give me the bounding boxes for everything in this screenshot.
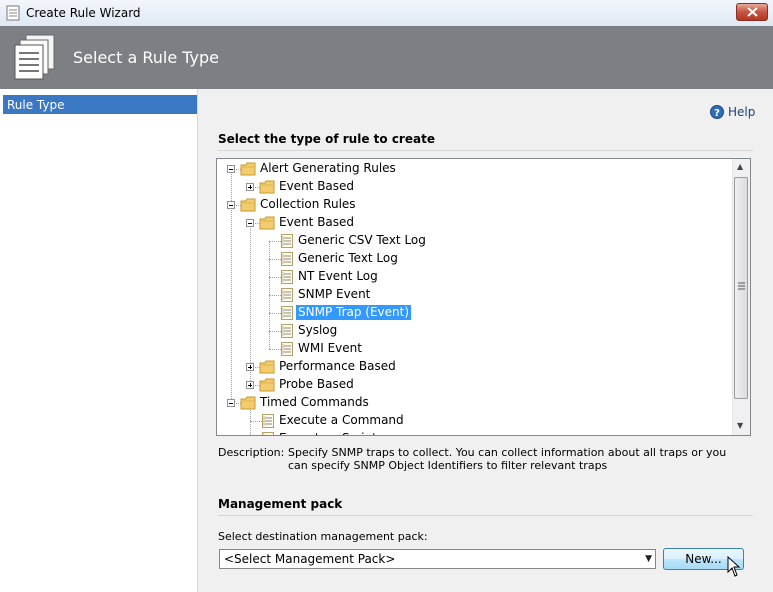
tree-connector: [269, 331, 281, 332]
close-button[interactable]: [736, 3, 768, 21]
tree-node[interactable]: Performance Based: [217, 358, 732, 376]
section-rule: [218, 150, 753, 151]
expand-icon[interactable]: [246, 381, 254, 389]
folder-open-icon: [240, 396, 256, 410]
document-stack-icon: [14, 34, 55, 80]
tree-node-label: NT Event Log: [298, 269, 378, 283]
app-icon: [6, 5, 20, 21]
rule-document-icon: [281, 306, 293, 320]
select-value: <Select Management Pack>: [224, 552, 396, 566]
collapse-icon[interactable]: [227, 399, 235, 407]
collapse-icon[interactable]: [227, 165, 235, 173]
rule-document-icon: [281, 288, 293, 302]
folder-open-icon: [240, 198, 256, 212]
help-label: Help: [728, 105, 756, 119]
tree-node-label: Execute a Command: [279, 413, 404, 427]
folder-open-icon: [240, 162, 256, 176]
svg-text:?: ?: [714, 108, 720, 119]
rule-document-icon: [281, 234, 293, 248]
tree-node-label: Probe Based: [279, 377, 354, 391]
tree-connector: [269, 241, 281, 242]
page-heading: Select a Rule Type: [73, 48, 219, 67]
folder-icon: [259, 180, 275, 194]
description-label: Description:: [218, 446, 285, 459]
close-icon: [747, 7, 758, 17]
folder-open-icon: [259, 216, 275, 230]
tree-scrollbar[interactable]: ▲ ▼: [732, 159, 750, 435]
rule-type-section-title: Select the type of rule to create: [218, 132, 435, 146]
scroll-up-icon[interactable]: ▲: [737, 162, 743, 171]
rule-document-icon: [281, 342, 293, 356]
tree-node-label: Generic Text Log: [298, 251, 398, 265]
chevron-down-icon: ▼: [645, 554, 652, 564]
tree-node[interactable]: Event Based: [217, 214, 732, 232]
tree-node-label: Performance Based: [279, 359, 396, 373]
tree-connector: [269, 259, 281, 260]
tree-connector: [269, 295, 281, 296]
tree-connector: [269, 277, 281, 278]
tree-node[interactable]: Syslog: [217, 322, 732, 340]
expand-icon[interactable]: [246, 183, 254, 191]
tree-node[interactable]: Execute a Script: [217, 430, 732, 435]
tree-node[interactable]: Generic Text Log: [217, 250, 732, 268]
scroll-thumb[interactable]: [734, 177, 748, 399]
management-pack-select[interactable]: <Select Management Pack> ▼: [219, 549, 656, 569]
tree-node-label: Event Based: [279, 179, 355, 193]
tree-node-label: Alert Generating Rules: [260, 161, 396, 175]
tree-node[interactable]: Execute a Command: [217, 412, 732, 430]
tree-node[interactable]: Collection Rules: [217, 196, 732, 214]
rule-document-icon: [262, 432, 274, 435]
tree-node[interactable]: SNMP Trap (Event): [217, 304, 732, 322]
description-text: Specify SNMP traps to collect. You can c…: [288, 446, 727, 472]
tree-node-label: Collection Rules: [260, 197, 356, 211]
help-icon: ?: [710, 105, 724, 119]
tree-node[interactable]: SNMP Event: [217, 286, 732, 304]
folder-icon: [259, 360, 275, 374]
rule-document-icon: [281, 270, 293, 284]
tree-connector: [269, 313, 281, 314]
rule-document-icon: [262, 414, 274, 428]
collapse-icon[interactable]: [246, 219, 254, 227]
tree-node[interactable]: WMI Event: [217, 340, 732, 358]
mouse-cursor-icon: [727, 556, 741, 577]
folder-icon: [259, 378, 275, 392]
rule-document-icon: [281, 252, 293, 266]
tree-node-label: Generic CSV Text Log: [298, 233, 426, 247]
tree-node-label: WMI Event: [298, 341, 362, 355]
destination-label: Select destination management pack:: [218, 530, 428, 543]
management-pack-section-title: Management pack: [218, 497, 343, 511]
header-banner: Select a Rule Type: [0, 26, 773, 89]
tree-node[interactable]: Probe Based: [217, 376, 732, 394]
tree-node-label: Event Based: [279, 215, 355, 229]
window-title: Create Rule Wizard: [26, 6, 141, 20]
tree-node[interactable]: Timed Commands: [217, 394, 732, 412]
tree-connector: [250, 421, 262, 422]
scroll-down-icon[interactable]: ▼: [737, 421, 743, 430]
wizard-step-nav: Rule Type: [3, 95, 197, 592]
tree-node[interactable]: NT Event Log: [217, 268, 732, 286]
tree-connector: [269, 349, 281, 350]
tree-node[interactable]: Generic CSV Text Log: [217, 232, 732, 250]
rule-document-icon: [281, 324, 293, 338]
title-bar: Create Rule Wizard: [0, 0, 773, 27]
nav-item-rule-type[interactable]: Rule Type: [3, 95, 197, 114]
tree-node-label: Timed Commands: [260, 395, 369, 409]
rule-type-tree[interactable]: ▲ ▼ Alert Generating Rules Event Based Col…: [216, 158, 751, 436]
grip-icon: [738, 282, 745, 290]
tree-node-label: Execute a Script: [277, 431, 379, 435]
main-panel: ? Help Select the type of rule to create…: [198, 89, 773, 592]
tree-node-label: SNMP Trap (Event): [296, 305, 412, 320]
expand-icon[interactable]: [246, 363, 254, 371]
tree-node-label: SNMP Event: [298, 287, 371, 301]
tree-node[interactable]: Alert Generating Rules: [217, 160, 732, 178]
section-rule: [218, 515, 753, 516]
tree-node-label: Syslog: [298, 323, 338, 337]
tree-node[interactable]: Event Based: [217, 178, 732, 196]
collapse-icon[interactable]: [227, 201, 235, 209]
